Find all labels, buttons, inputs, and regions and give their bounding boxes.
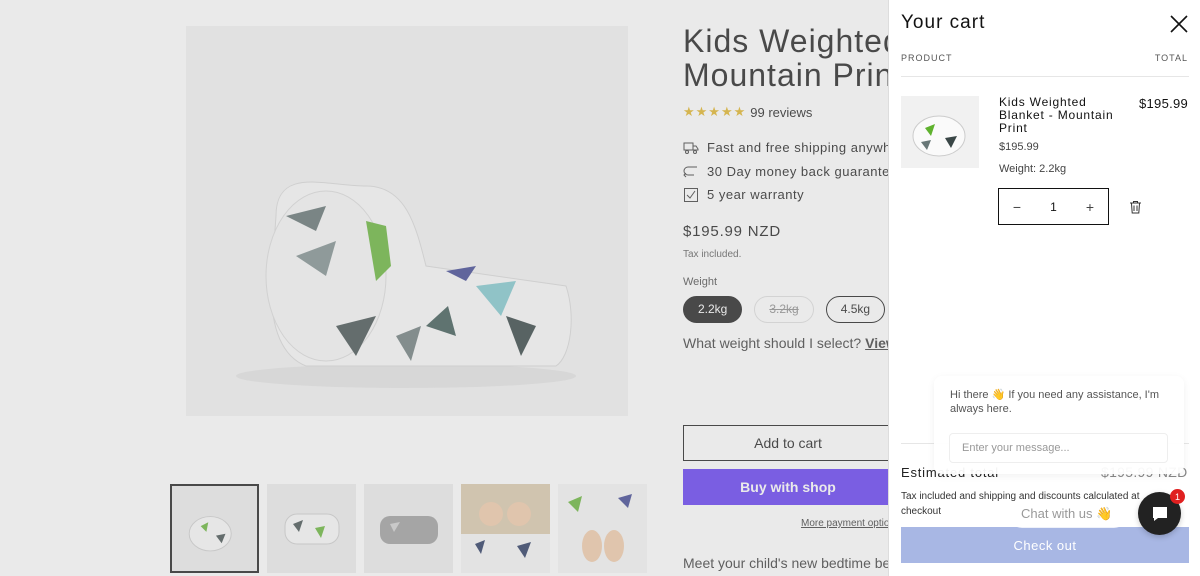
decrease-quantity-button[interactable]: − xyxy=(999,199,1035,215)
chat-greeting: Hi there 👋 If you need any assistance, I… xyxy=(950,389,1160,415)
column-header-total: TOTAL xyxy=(1154,53,1188,63)
checkout-button[interactable]: Check out xyxy=(901,527,1189,563)
quantity-input[interactable]: 1 xyxy=(1035,200,1072,214)
chat-message-input[interactable]: Enter your message... xyxy=(949,433,1168,463)
trash-icon[interactable] xyxy=(1129,200,1142,214)
chat-with-us-label[interactable]: Chat with us 👋 xyxy=(1008,500,1128,528)
chat-popup: Hi there 👋 If you need any assistance, I… xyxy=(934,376,1184,474)
cart-item-weight: Weight: 2.2kg xyxy=(999,163,1067,175)
cart-item-price: $195.99 xyxy=(999,141,1039,153)
cart-drawer: Your cart PRODUCT TOTAL Kids Weighted Bl… xyxy=(888,0,1200,576)
divider xyxy=(901,76,1189,77)
cart-item-total: $195.99 xyxy=(1139,96,1189,111)
cart-item-image[interactable] xyxy=(901,96,979,168)
chat-bubble-icon xyxy=(1152,506,1167,521)
close-icon[interactable] xyxy=(1169,14,1189,34)
chat-notification-badge: 1 xyxy=(1170,489,1185,504)
cart-item-name[interactable]: Kids Weighted Blanket - Mountain Print xyxy=(999,96,1124,135)
increase-quantity-button[interactable]: + xyxy=(1072,199,1108,215)
quantity-stepper: − 1 + xyxy=(998,188,1109,225)
cart-title: Your cart xyxy=(901,12,986,33)
column-header-product: PRODUCT xyxy=(901,53,953,63)
